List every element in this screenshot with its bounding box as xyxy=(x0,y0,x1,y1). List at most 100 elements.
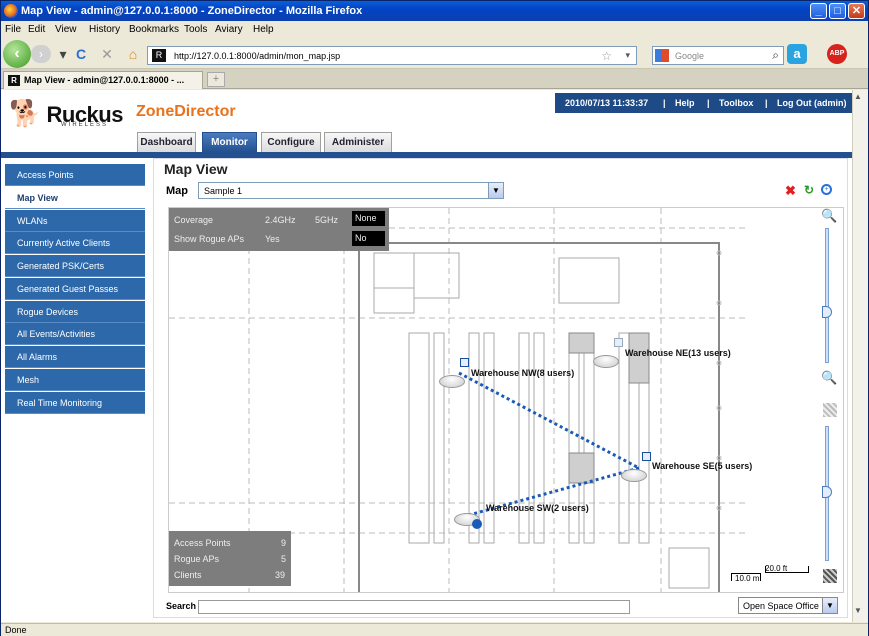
coverage-label: Coverage xyxy=(174,215,214,225)
sidebar-item-alarms[interactable]: All Alarms xyxy=(5,346,145,368)
tab-monitor[interactable]: Monitor xyxy=(202,132,257,152)
scroll-down-icon[interactable]: ▼ xyxy=(854,606,862,615)
ap-label-nw[interactable]: Warehouse NW(8 users) xyxy=(471,368,574,378)
maximize-button[interactable]: □ xyxy=(829,3,846,19)
stop-icon[interactable]: ✕ xyxy=(99,46,115,62)
sidebar-item-map-view[interactable]: Map View xyxy=(5,187,145,209)
ap-label-se[interactable]: Warehouse SE(5 users) xyxy=(652,461,752,471)
menu-file[interactable]: File xyxy=(5,24,21,35)
stat-rogue-value: 5 xyxy=(281,554,287,564)
menu-view[interactable]: View xyxy=(55,24,77,35)
band-5-option[interactable]: 5GHz xyxy=(315,215,338,225)
sidebar-item-active-clients[interactable]: Currently Active Clients xyxy=(5,232,145,254)
ap-icon-nw[interactable] xyxy=(439,375,465,388)
search-placeholder: Google xyxy=(675,51,705,61)
ap-marker-se-icon xyxy=(642,452,651,461)
toolbox-link[interactable]: Toolbox xyxy=(719,98,753,108)
zoom-in-icon[interactable]: 🔍 xyxy=(821,208,837,224)
navigation-toolbar: ‹ › ▾ C ✕ ⌂ R http://127.0.0.1:8000/admi… xyxy=(1,39,868,69)
sidebar-item-access-points[interactable]: Access Points xyxy=(5,164,145,186)
bookmark-star-icon[interactable]: ☆ xyxy=(601,49,612,63)
sidebar-item-wlans[interactable]: WLANs xyxy=(5,210,145,232)
tab-administer[interactable]: Administer xyxy=(324,132,392,152)
help-link[interactable]: Help xyxy=(675,98,695,108)
delete-map-icon[interactable]: ✖ xyxy=(785,183,796,199)
sidebar-item-rogue-devices[interactable]: Rogue Devices xyxy=(5,301,145,323)
menu-aviary[interactable]: Aviary xyxy=(215,24,243,35)
edit-map-icon[interactable]: ↻ xyxy=(804,183,814,197)
map-search-input[interactable] xyxy=(198,600,630,614)
ap-label-ne[interactable]: Warehouse NE(13 users) xyxy=(625,348,731,358)
new-tab-button[interactable]: + xyxy=(207,72,225,87)
ap-icon-ne[interactable] xyxy=(593,355,619,368)
band-24-option[interactable]: 2.4GHz xyxy=(265,215,296,225)
mesh-ap-icon xyxy=(472,519,482,529)
search-label: Search xyxy=(166,601,197,611)
page-title: Map View xyxy=(164,161,228,177)
back-button[interactable]: ‹ xyxy=(3,40,31,68)
zoom-out-icon[interactable]: 🔍 xyxy=(821,370,837,386)
minimize-button[interactable]: _ xyxy=(810,3,827,19)
chevron-down-icon[interactable]: ▼ xyxy=(488,183,503,198)
tab-configure[interactable]: Configure xyxy=(261,132,321,152)
menu-history[interactable]: History xyxy=(89,24,120,35)
floor-map[interactable]: Coverage 2.4GHz 5GHz None Show Rogue APs… xyxy=(168,207,844,593)
ap-label-sw[interactable]: Warehouse SW(2 users) xyxy=(486,503,589,513)
sidebar-item-psk-certs[interactable]: Generated PSK/Certs xyxy=(5,255,145,277)
rogue-yes-option[interactable]: Yes xyxy=(265,234,280,244)
aviary-icon[interactable]: a xyxy=(787,44,807,64)
stat-ap-label: Access Points xyxy=(174,538,231,548)
chevron-down-icon[interactable]: ▼ xyxy=(822,598,837,613)
status-bar: Done xyxy=(1,623,868,636)
menu-bookmarks[interactable]: Bookmarks xyxy=(129,24,179,35)
add-map-icon[interactable]: + xyxy=(821,184,832,195)
stat-ap-value: 9 xyxy=(281,538,287,548)
site-favicon-icon: R xyxy=(152,49,166,62)
reload-icon[interactable]: C xyxy=(73,46,89,62)
search-box[interactable]: Google ⌕ xyxy=(652,46,784,65)
dog-logo-icon: 🐕 xyxy=(9,98,41,128)
ap-icon-se[interactable] xyxy=(621,469,647,482)
ap-marker-nw-icon xyxy=(460,358,469,367)
menu-tools[interactable]: Tools xyxy=(184,24,207,35)
status-text: Done xyxy=(5,625,27,635)
page-scrollbar[interactable]: ▲ ▼ xyxy=(852,90,868,622)
forward-button[interactable]: › xyxy=(31,45,51,63)
stats-panel: Access Points 9 Rogue APs 5 Clients 39 xyxy=(169,531,291,586)
map-select[interactable]: Sample 1 ▼ xyxy=(198,182,504,199)
opacity-icon[interactable] xyxy=(823,403,837,417)
menu-help[interactable]: Help xyxy=(253,24,274,35)
browser-tab[interactable]: R Map View - admin@127.0.0.1:8000 - ... xyxy=(3,71,203,89)
opacity-full-icon[interactable] xyxy=(823,569,837,583)
sidebar-item-events[interactable]: All Events/Activities xyxy=(5,323,145,345)
coverage-none-option[interactable]: None xyxy=(352,211,385,226)
history-dropdown-icon[interactable]: ▾ xyxy=(55,46,71,62)
logo-subtitle: WIRELESS xyxy=(61,122,109,128)
scale-feet: 20.0 ft xyxy=(765,564,788,573)
stat-clients-label: Clients xyxy=(174,570,202,580)
rogue-no-option[interactable]: No xyxy=(352,231,385,246)
ap-marker-ne-icon xyxy=(614,338,623,347)
sidebar-item-guest-passes[interactable]: Generated Guest Passes xyxy=(5,278,145,300)
sidebar-item-mesh[interactable]: Mesh xyxy=(5,369,145,391)
zoom-slider-track[interactable] xyxy=(825,228,829,363)
address-bar[interactable]: R http://127.0.0.1:8000/admin/mon_map.js… xyxy=(147,46,637,65)
menu-edit[interactable]: Edit xyxy=(28,24,45,35)
close-window-button[interactable]: ✕ xyxy=(848,3,865,19)
magnifier-icon[interactable]: ⌕ xyxy=(772,48,779,63)
scroll-up-icon[interactable]: ▲ xyxy=(854,92,862,101)
view-mode-select[interactable]: Open Space Office ▼ xyxy=(738,597,838,614)
firefox-icon xyxy=(4,4,18,18)
browser-window: Map View - admin@127.0.0.1:8000 - ZoneDi… xyxy=(0,0,869,636)
home-icon[interactable]: ⌂ xyxy=(125,46,141,62)
sidebar: Access Points Map View WLANs Currently A… xyxy=(5,164,145,415)
url-dropdown-icon[interactable]: ▾ xyxy=(625,50,630,61)
view-mode-value: Open Space Office xyxy=(743,601,819,611)
logout-link[interactable]: Log Out (admin) xyxy=(777,98,847,108)
url-text: http://127.0.0.1:8000/admin/mon_map.jsp xyxy=(174,51,341,61)
sidebar-item-realtime[interactable]: Real Time Monitoring xyxy=(5,392,145,414)
tab-title: Map View - admin@127.0.0.1:8000 - ... xyxy=(24,75,185,85)
adblock-icon[interactable]: ABP xyxy=(827,44,847,64)
map-label: Map xyxy=(166,185,188,197)
tab-dashboard[interactable]: Dashboard xyxy=(137,132,196,152)
